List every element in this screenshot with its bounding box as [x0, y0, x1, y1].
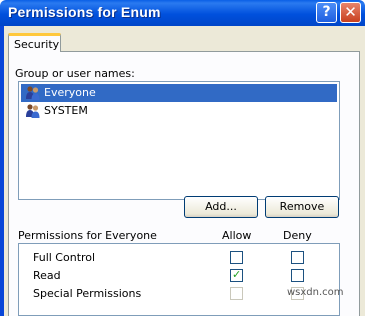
close-icon: ✕ — [344, 3, 357, 21]
list-item-everyone[interactable]: Everyone — [21, 84, 337, 102]
list-item-label: Everyone — [44, 86, 96, 99]
permissions-dialog: Permissions for Enum ? ✕ Security Group … — [0, 0, 365, 316]
help-icon: ? — [322, 4, 331, 20]
list-item-label: SYSTEM — [44, 104, 88, 117]
permission-label-special: Special Permissions — [33, 287, 142, 300]
deny-column-header: Deny — [283, 229, 312, 242]
remove-button[interactable]: Remove — [265, 196, 339, 218]
group-names-label: Group or user names: — [15, 67, 135, 80]
title-bar[interactable]: Permissions for Enum ? ✕ — [0, 0, 365, 26]
help-button[interactable]: ? — [316, 2, 337, 23]
permissions-header: Permissions for Everyone — [18, 229, 157, 242]
window-title: Permissions for Enum — [8, 4, 161, 20]
permission-label-full-control: Full Control — [33, 251, 96, 264]
read-deny-checkbox[interactable] — [291, 269, 304, 282]
checkmark-icon: ✓ — [232, 268, 242, 281]
users-group-icon — [26, 104, 40, 118]
special-allow-checkbox — [230, 287, 243, 300]
add-button[interactable]: Add... — [184, 196, 258, 218]
group-names-list[interactable]: Everyone SYSTEM — [18, 81, 340, 200]
close-button[interactable]: ✕ — [340, 2, 361, 23]
full-control-allow-checkbox[interactable] — [230, 251, 243, 264]
list-item-system[interactable]: SYSTEM — [21, 102, 337, 120]
permission-label-read: Read — [33, 269, 61, 282]
users-group-icon — [26, 86, 40, 100]
tab-security[interactable]: Security — [8, 33, 61, 52]
permissions-list: Full Control Read ✓ Special Permissions — [18, 243, 340, 316]
allow-column-header: Allow — [222, 229, 252, 242]
dialog-client-area: Security Group or user names: Everyone S… — [4, 26, 365, 316]
tab-security-label: Security — [14, 38, 60, 51]
full-control-deny-checkbox[interactable] — [291, 251, 304, 264]
watermark-text: wsxdn.com — [287, 287, 344, 298]
read-allow-checkbox[interactable]: ✓ — [230, 268, 243, 282]
